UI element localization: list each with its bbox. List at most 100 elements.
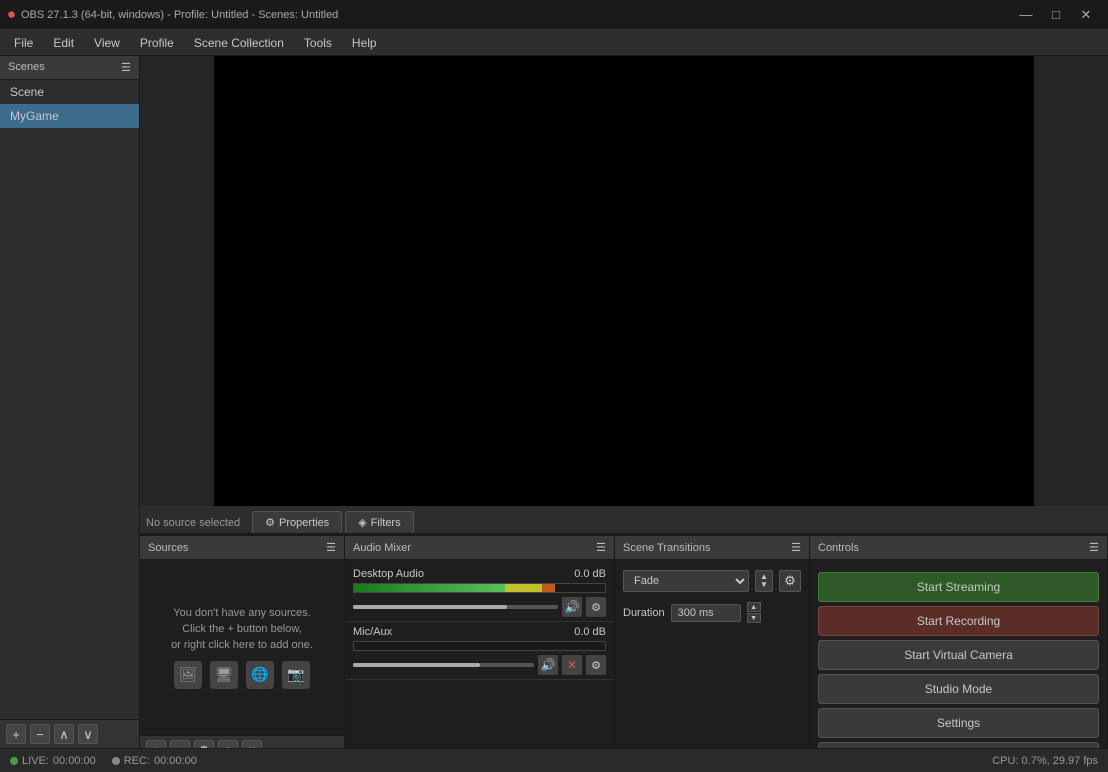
titlebar-left: ⏺ OBS 27.1.3 (64-bit, windows) - Profile… [8, 6, 338, 23]
scenes-footer: + − ∧ ∨ [0, 719, 139, 748]
close-button[interactable]: ✕ [1072, 4, 1100, 26]
rec-time: 00:00:00 [154, 755, 197, 767]
transition-type-row: Fade Cut Swipe Slide ▲ ▼ ⚙ [615, 564, 809, 598]
sources-menu-icon[interactable]: ☰ [326, 541, 336, 554]
menu-tools[interactable]: Tools [294, 33, 342, 53]
browser-source-icon: 🌐 [246, 661, 274, 689]
duration-up-btn[interactable]: ▲ [747, 602, 761, 612]
bottom-strip: Sources ☰ You don't have any sources. Cl… [140, 534, 1108, 748]
transition-type-select[interactable]: Fade Cut Swipe Slide [623, 570, 749, 592]
desktop-audio-controls: 🔊 ⚙ [353, 597, 606, 617]
studio-mode-button[interactable]: Studio Mode [818, 674, 1099, 704]
remove-source-button[interactable]: − [170, 740, 190, 748]
scene-item-scene[interactable]: Scene [0, 80, 139, 104]
start-virtual-camera-button[interactable]: Start Virtual Camera [818, 640, 1099, 670]
controls-panel: Controls ☰ Start Streaming Start Recordi… [810, 536, 1108, 748]
cpu-usage: CPU: 0.7%, 29.97 fps [992, 755, 1098, 767]
mic-audio-speaker-icon[interactable]: 🔊 [538, 655, 558, 675]
app-icon: ⏺ [8, 6, 15, 23]
audio-track-desktop: Desktop Audio 0.0 dB [345, 564, 614, 622]
image-source-icon: 🖼 [174, 661, 202, 689]
controls-panel-header: Controls ☰ [810, 536, 1107, 560]
add-scene-button[interactable]: + [6, 724, 26, 744]
mic-audio-header: Mic/Aux 0.0 dB [353, 626, 606, 638]
filters-tab[interactable]: ◈ Filters [345, 511, 413, 533]
transitions-panel: Scene Transitions ☰ Fade Cut Swipe Slide… [615, 536, 810, 748]
scenes-menu-icon[interactable]: ☰ [121, 61, 131, 74]
menu-profile[interactable]: Profile [130, 33, 184, 53]
audio-content: Desktop Audio 0.0 dB [345, 560, 614, 748]
transition-settings-gear[interactable]: ⚙ [779, 570, 801, 592]
transition-arrow-btn[interactable]: ▲ ▼ [755, 570, 773, 592]
controls-label: Controls [818, 542, 859, 554]
mic-audio-settings-btn[interactable]: ⚙ [586, 655, 606, 675]
controls-buttons: Start Streaming Start Recording Start Vi… [810, 564, 1107, 748]
mic-volume-slider[interactable] [353, 663, 534, 667]
titlebar-title: OBS 27.1.3 (64-bit, windows) - Profile: … [21, 9, 338, 21]
audio-menu-icon[interactable]: ☰ [596, 541, 606, 554]
controls-menu-icon[interactable]: ☰ [1089, 541, 1099, 554]
scenes-panel: Scenes ☰ Scene MyGame + − ∧ ∨ [0, 56, 140, 748]
start-streaming-button[interactable]: Start Streaming [818, 572, 1099, 602]
app-body: Scenes ☰ Scene MyGame + − ∧ ∨ No source … [0, 56, 1108, 748]
rec-status: REC: 00:00:00 [112, 755, 197, 767]
minimize-button[interactable]: — [1012, 4, 1040, 26]
menu-file[interactable]: File [4, 33, 43, 53]
menu-edit[interactable]: Edit [43, 33, 84, 53]
sources-panel: Sources ☰ You don't have any sources. Cl… [140, 536, 345, 748]
filters-label: Filters [371, 517, 401, 529]
sources-label: Sources [148, 542, 188, 554]
transitions-label: Scene Transitions [623, 542, 710, 554]
properties-tab[interactable]: ⚙ Properties [252, 511, 342, 533]
sources-content: You don't have any sources. Click the + … [140, 560, 344, 735]
duration-label: Duration [623, 607, 665, 619]
desktop-audio-db: 0.0 dB [574, 568, 606, 580]
source-down-button[interactable]: ∨ [242, 740, 262, 748]
sources-icon-row: 🖼 🖥 🌐 📷 [174, 661, 310, 689]
audio-panel-header: Audio Mixer ☰ [345, 536, 614, 560]
mic-audio-mute-btn[interactable]: ✕ [562, 655, 582, 675]
live-dot [10, 757, 18, 765]
duration-input[interactable] [671, 604, 741, 622]
settings-button[interactable]: Settings [818, 708, 1099, 738]
sources-panel-header: Sources ☰ [140, 536, 344, 560]
maximize-button[interactable]: □ [1042, 4, 1070, 26]
rec-dot [112, 757, 120, 765]
scene-up-button[interactable]: ∧ [54, 724, 74, 744]
audio-label: Audio Mixer [353, 542, 411, 554]
menu-help[interactable]: Help [342, 33, 387, 53]
duration-row: Duration ▲ ▼ [615, 598, 809, 627]
audio-mixer-panel: Audio Mixer ☰ Desktop Audio 0.0 dB [345, 536, 615, 748]
mic-audio-controls: 🔊 ✕ ⚙ [353, 655, 606, 675]
transitions-panel-header: Scene Transitions ☰ [615, 536, 809, 560]
camera-source-icon: 📷 [282, 661, 310, 689]
controls-content: Start Streaming Start Recording Start Vi… [810, 560, 1107, 748]
scenes-panel-header: Scenes ☰ [0, 56, 139, 80]
live-label: LIVE: [22, 755, 49, 767]
sources-empty-state: You don't have any sources. Click the + … [140, 564, 344, 731]
status-bar: LIVE: 00:00:00 REC: 00:00:00 CPU: 0.7%, … [0, 748, 1108, 772]
preview-area [140, 56, 1108, 506]
desktop-volume-slider[interactable] [353, 605, 558, 609]
scene-item-mygame[interactable]: MyGame [0, 104, 139, 128]
properties-icon: ⚙ [265, 516, 275, 529]
desktop-audio-settings-btn[interactable]: ⚙ [586, 597, 606, 617]
center-area: No source selected ⚙ Properties ◈ Filter… [140, 56, 1108, 748]
desktop-audio-meter [353, 583, 606, 593]
desktop-audio-name: Desktop Audio [353, 568, 424, 580]
desktop-audio-speaker-icon[interactable]: 🔊 [562, 597, 582, 617]
add-source-button[interactable]: + [146, 740, 166, 748]
source-settings-button[interactable]: ⚙ [194, 740, 214, 748]
menubar: File Edit View Profile Scene Collection … [0, 30, 1108, 56]
transitions-menu-icon[interactable]: ☰ [791, 541, 801, 554]
menu-scene-collection[interactable]: Scene Collection [184, 33, 294, 53]
scene-down-button[interactable]: ∨ [78, 724, 98, 744]
menu-view[interactable]: View [84, 33, 130, 53]
remove-scene-button[interactable]: − [30, 724, 50, 744]
source-up-button[interactable]: ∧ [218, 740, 238, 748]
desktop-audio-header: Desktop Audio 0.0 dB [353, 568, 606, 580]
sources-empty-line2: Click the + button below, [182, 623, 302, 635]
rec-label: REC: [124, 755, 150, 767]
duration-down-btn[interactable]: ▼ [747, 613, 761, 623]
start-recording-button[interactable]: Start Recording [818, 606, 1099, 636]
